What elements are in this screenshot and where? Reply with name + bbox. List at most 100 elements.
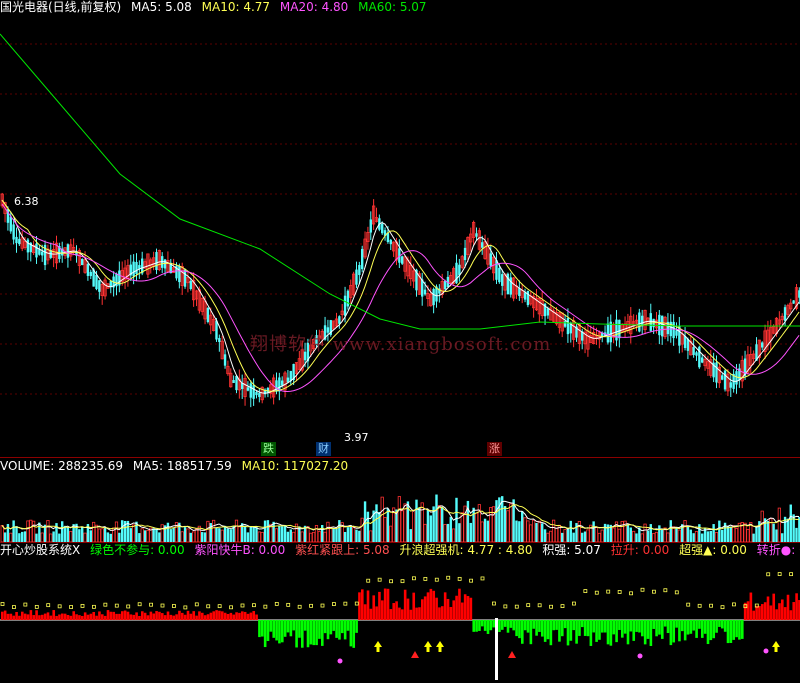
indicator-bar-green — [638, 620, 641, 633]
candle-body-down — [401, 256, 404, 264]
indicator-bar-green — [298, 620, 301, 638]
candle-body-down — [695, 352, 698, 356]
volume-bar-down — [629, 527, 632, 542]
volume-bar-up — [460, 512, 464, 542]
volume-bar-up — [412, 510, 416, 542]
volume-bar-up — [306, 526, 310, 542]
indicator-square-marker — [400, 579, 405, 584]
indicator-bar-red — [58, 614, 61, 620]
volume-bar-down — [252, 526, 255, 542]
indicator-bar-green — [661, 620, 664, 639]
indicator-square-marker — [217, 604, 222, 609]
indicator-item: 紫红紧跟上: 5.08 — [295, 543, 390, 557]
volume-bar-down — [209, 523, 212, 542]
volume-bar-up — [257, 531, 261, 542]
indicator-bar-red — [746, 601, 750, 620]
indicator-bar-green — [726, 620, 730, 644]
volume-bar-down — [35, 533, 38, 542]
volume-bar-up — [140, 528, 144, 542]
indicator-bar-green — [729, 620, 733, 643]
volume-bar-up — [160, 524, 164, 542]
indicator-bar-green — [555, 620, 558, 630]
candle-body-down — [18, 238, 21, 245]
indicator-square-marker — [560, 604, 565, 608]
indicator-square-marker — [583, 589, 588, 593]
indicator-square-marker — [412, 576, 416, 581]
volume-bar-up — [312, 531, 316, 542]
indicator-bar-green — [503, 620, 507, 627]
indicator-chart[interactable] — [0, 558, 800, 683]
indicator-bar-red — [21, 611, 24, 620]
indicator-bar-red — [461, 602, 464, 620]
indicator-bar-green — [735, 620, 738, 638]
volume-bar-down — [758, 521, 761, 542]
volume-bar-down — [455, 497, 458, 542]
indicator-bar-red — [441, 606, 444, 620]
indicator-square-marker — [137, 602, 142, 607]
indicator-bar-green — [626, 620, 630, 645]
indicator-bar-green — [566, 620, 570, 646]
indicator-bar-red — [781, 599, 784, 620]
volume-bar-up — [509, 503, 513, 542]
indicator-bar-red — [181, 612, 184, 620]
volume-bar-down — [286, 531, 290, 542]
indicator-bar-green — [529, 620, 533, 645]
volume-bar-up — [597, 532, 601, 542]
candle-body-down — [792, 300, 795, 304]
indicator-bar-green — [632, 620, 636, 641]
volume-bar-up — [672, 526, 676, 542]
indicator-bar-red — [398, 607, 401, 620]
candle-body-down — [178, 265, 181, 283]
volume-bar-up — [654, 531, 659, 542]
indicator-bar-red — [166, 611, 170, 620]
candle-body-down — [675, 330, 678, 336]
event-tag-up[interactable]: 涨 — [487, 442, 502, 456]
volume-bar-down — [18, 533, 21, 542]
event-tag-down[interactable]: 跌 — [261, 442, 276, 456]
indicator-bar-red — [55, 615, 58, 620]
indicator-bar-green — [672, 620, 676, 643]
indicator-bar-green — [572, 620, 576, 631]
indicator-square-marker — [594, 590, 599, 595]
price-chart[interactable] — [0, 14, 800, 457]
volume-chart[interactable] — [0, 474, 800, 542]
indicator-bar-red — [29, 610, 33, 620]
indicator-bar-green — [535, 620, 538, 636]
indicator-square-marker — [469, 578, 473, 583]
indicator-bar-green — [349, 620, 353, 647]
indicator-square-marker — [297, 604, 302, 609]
volume-bar-up — [546, 532, 550, 542]
indicator-bar-green — [623, 620, 627, 634]
indicator-bar-green — [738, 620, 741, 640]
volume-bar-down — [138, 533, 141, 542]
indicator-bar-red — [389, 609, 393, 620]
volume-bar-down — [543, 529, 547, 542]
indicator-bar-green — [646, 620, 650, 639]
indicator-bar-green — [741, 620, 744, 639]
candle-body-down — [423, 289, 427, 295]
volume-bar-up — [40, 532, 44, 542]
indicator-square-marker — [46, 603, 51, 608]
candle-body-down — [223, 354, 227, 366]
indicator-bar-red — [103, 615, 107, 620]
indicator-bar-red — [786, 594, 790, 620]
indicator-bar-green — [286, 620, 290, 633]
volume-bar-down — [449, 516, 452, 542]
indicator-bar-green — [595, 620, 598, 642]
indicator-square-marker — [617, 590, 622, 594]
volume-bar-down — [61, 521, 64, 542]
volume-bar-down — [223, 525, 227, 542]
volume-bar-down — [561, 532, 564, 542]
indicator-bar-red — [206, 614, 210, 620]
volume-bar-down — [143, 530, 147, 542]
indicator-square-marker — [446, 575, 451, 580]
indicator-bar-green — [306, 620, 310, 648]
volume-bar-up — [49, 533, 53, 542]
event-tag-finance[interactable]: 财 — [316, 442, 331, 456]
ma20-line — [1, 203, 800, 392]
indicator-bar-red — [406, 598, 410, 620]
candle-body-down — [481, 242, 484, 248]
volume-bar-up — [146, 529, 150, 542]
indicator-square-marker — [663, 588, 668, 593]
volume-bar-down — [709, 530, 712, 542]
